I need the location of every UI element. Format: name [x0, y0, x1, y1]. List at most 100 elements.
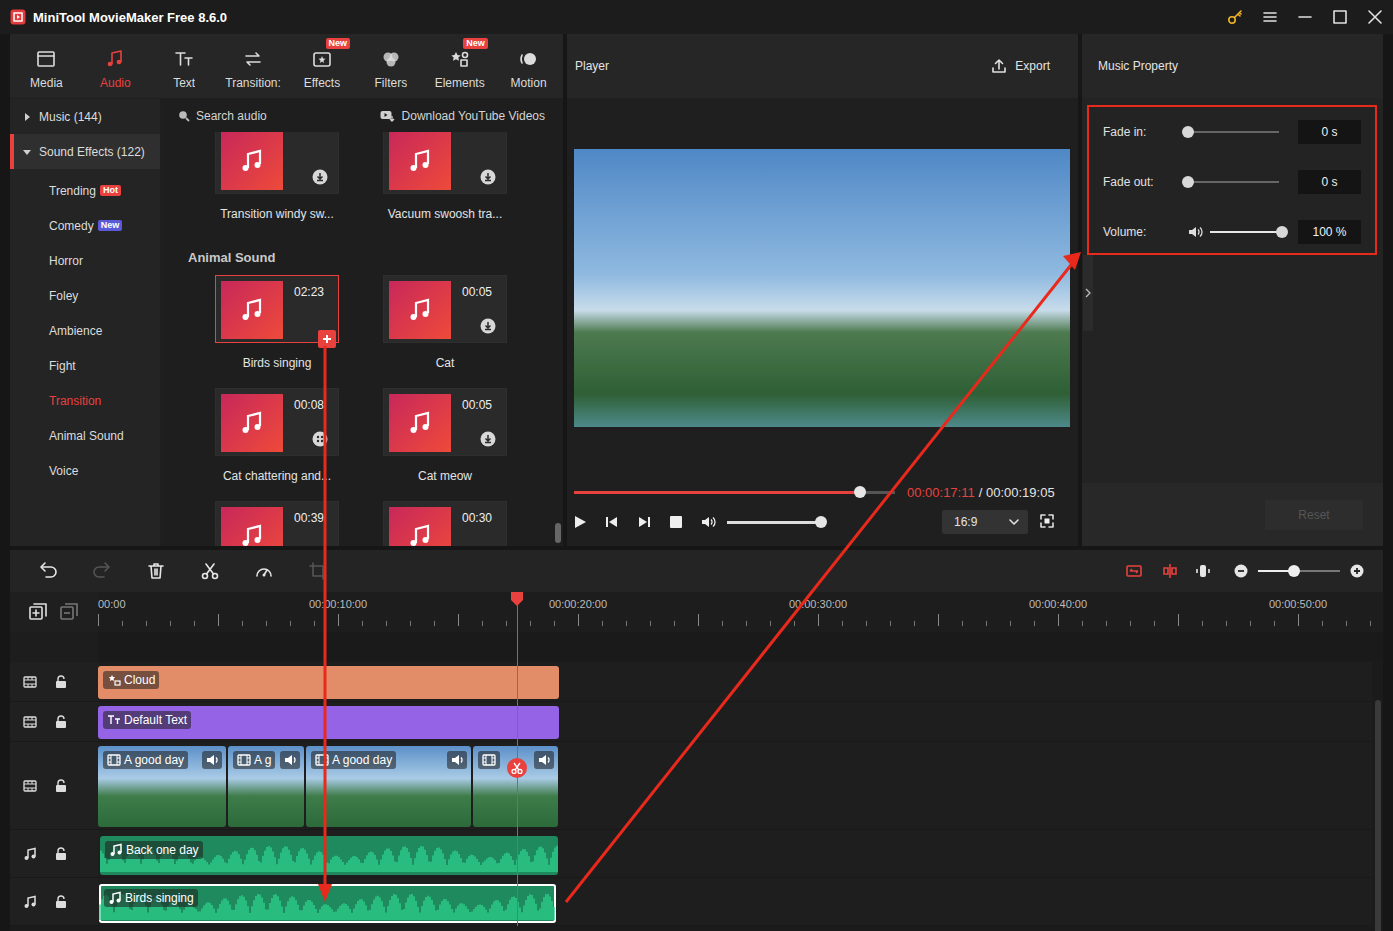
- audio-clip[interactable]: Birds singing: [99, 884, 556, 923]
- expand-arrow-icon[interactable]: [22, 112, 32, 122]
- property-slider[interactable]: [1210, 231, 1282, 233]
- minimize-icon[interactable]: [1297, 9, 1313, 25]
- slider-thumb[interactable]: [1276, 226, 1288, 238]
- subcategory-item[interactable]: TrendingHot: [10, 173, 160, 208]
- unlocked-icon[interactable]: [55, 847, 67, 861]
- audio-card[interactable]: 00:05Cat meow: [383, 388, 507, 501]
- collapse-arrow-icon[interactable]: [22, 147, 32, 157]
- menu-icon[interactable]: [1262, 9, 1278, 25]
- audio-card[interactable]: 00:30: [383, 501, 507, 546]
- audio-thumbnail[interactable]: 00:08: [215, 388, 339, 456]
- subcategory-item[interactable]: Foley: [10, 278, 160, 313]
- video-clip[interactable]: A g: [228, 746, 304, 827]
- download-icon[interactable]: [480, 318, 496, 334]
- download-icon[interactable]: [480, 431, 496, 447]
- subcategory-item[interactable]: Ambience: [10, 313, 160, 348]
- subcategory-item[interactable]: Fight: [10, 348, 160, 383]
- library-scrollbar[interactable]: [555, 199, 561, 546]
- split-at-playhead-button[interactable]: [507, 758, 527, 778]
- aspect-ratio-dropdown[interactable]: 16:9: [942, 510, 1028, 534]
- audio-thumbnail[interactable]: [383, 126, 507, 194]
- speaker-icon[interactable]: [701, 515, 717, 529]
- toolbar-tab[interactable]: Filters: [356, 34, 425, 98]
- toolbar-tab[interactable]: Transition:: [219, 34, 288, 98]
- progress-track[interactable]: [574, 491, 895, 494]
- add-track-icon[interactable]: [29, 603, 47, 621]
- category-item[interactable]: Sound Effects (122): [10, 134, 160, 169]
- unlocked-icon[interactable]: [55, 779, 67, 793]
- zoom-out-icon[interactable]: [1234, 564, 1248, 578]
- toolbar-tab[interactable]: ElementsNew: [425, 34, 494, 98]
- zoom-in-icon[interactable]: [1350, 564, 1364, 578]
- audio-clip[interactable]: Back one day: [100, 836, 558, 875]
- audio-card[interactable]: 02:23Birds singing: [215, 275, 339, 388]
- collapse-panel-button[interactable]: [1083, 255, 1093, 331]
- remove-track-icon[interactable]: [60, 603, 78, 621]
- category-item[interactable]: Music (144): [10, 99, 160, 134]
- property-value-field[interactable]: 100 %: [1298, 220, 1361, 244]
- close-icon[interactable]: [1367, 9, 1383, 25]
- speed-button[interactable]: [237, 550, 291, 592]
- audio-card[interactable]: 00:08Cat chattering and...: [215, 388, 339, 501]
- playhead-handle-icon[interactable]: [510, 592, 524, 606]
- toolbar-tab[interactable]: Audio: [81, 34, 150, 98]
- delete-icon[interactable]: [146, 561, 166, 581]
- scroll-thumb[interactable]: [555, 523, 561, 543]
- split-icon[interactable]: [200, 561, 220, 581]
- unlocked-icon[interactable]: [55, 715, 67, 729]
- maximize-icon[interactable]: [1332, 9, 1348, 25]
- stop-icon[interactable]: [669, 515, 683, 529]
- slider-thumb[interactable]: [1182, 176, 1194, 188]
- property-slider[interactable]: [1188, 131, 1279, 133]
- video-clip[interactable]: A good day: [306, 746, 471, 827]
- download-icon[interactable]: [312, 169, 328, 185]
- audio-tool-icon[interactable]: [1195, 563, 1211, 579]
- subcategory-item[interactable]: Transition: [10, 383, 160, 418]
- fit-timeline-icon[interactable]: [1126, 563, 1142, 579]
- unlocked-icon[interactable]: [55, 895, 67, 909]
- unlocked-icon[interactable]: [55, 675, 67, 689]
- property-value-field[interactable]: 0 s: [1298, 170, 1361, 194]
- add-to-timeline-button[interactable]: [318, 330, 336, 348]
- fullscreen-icon[interactable]: [1040, 514, 1054, 528]
- search-audio-input[interactable]: Search audio: [196, 109, 267, 123]
- subcategory-item[interactable]: Voice: [10, 453, 160, 488]
- undo-button[interactable]: [21, 550, 75, 592]
- audio-card[interactable]: 00:39: [215, 501, 339, 546]
- previous-frame-icon[interactable]: [605, 515, 619, 529]
- audio-card[interactable]: 00:05Cat: [383, 275, 507, 388]
- crop-icon[interactable]: [308, 561, 328, 581]
- zoom-thumb[interactable]: [1288, 565, 1300, 577]
- download-icon[interactable]: [480, 169, 496, 185]
- zoom-slider[interactable]: [1258, 570, 1340, 572]
- text-clip[interactable]: Default Text: [98, 706, 559, 739]
- key-icon[interactable]: [1227, 9, 1243, 25]
- property-value-field[interactable]: 0 s: [1298, 120, 1361, 144]
- redo-icon[interactable]: [92, 561, 112, 581]
- redo-button[interactable]: [75, 550, 129, 592]
- toolbar-tab[interactable]: EffectsNew: [288, 34, 357, 98]
- volume-thumb[interactable]: [815, 516, 827, 528]
- property-slider[interactable]: [1188, 181, 1279, 183]
- subcategory-item[interactable]: Animal Sound: [10, 418, 160, 453]
- video-clip[interactable]: A good day: [98, 746, 226, 827]
- next-frame-icon[interactable]: [637, 515, 651, 529]
- audio-thumbnail[interactable]: 00:30: [383, 501, 507, 546]
- audio-thumbnail[interactable]: 00:05: [383, 388, 507, 456]
- audio-thumbnail[interactable]: 00:39: [215, 501, 339, 546]
- slider-thumb[interactable]: [1182, 126, 1194, 138]
- play-icon[interactable]: [573, 515, 587, 529]
- element-clip[interactable]: Cloud: [98, 666, 559, 699]
- playhead[interactable]: [517, 592, 518, 926]
- delete-button[interactable]: [129, 550, 183, 592]
- undo-icon[interactable]: [38, 561, 58, 581]
- toolbar-tab[interactable]: Motion: [494, 34, 563, 98]
- subcategory-item[interactable]: Horror: [10, 243, 160, 278]
- timeline-scrollbar[interactable]: [1375, 700, 1381, 931]
- toolbar-tab[interactable]: Text: [150, 34, 219, 98]
- audio-thumbnail[interactable]: 00:05: [383, 275, 507, 343]
- audio-card[interactable]: Vacuum swoosh tra...: [383, 126, 507, 239]
- volume-track[interactable]: [727, 521, 821, 524]
- time-ruler[interactable]: 00:0000:00:10:0000:00:20:0000:00:30:0000…: [98, 592, 1383, 632]
- split-button[interactable]: [183, 550, 237, 592]
